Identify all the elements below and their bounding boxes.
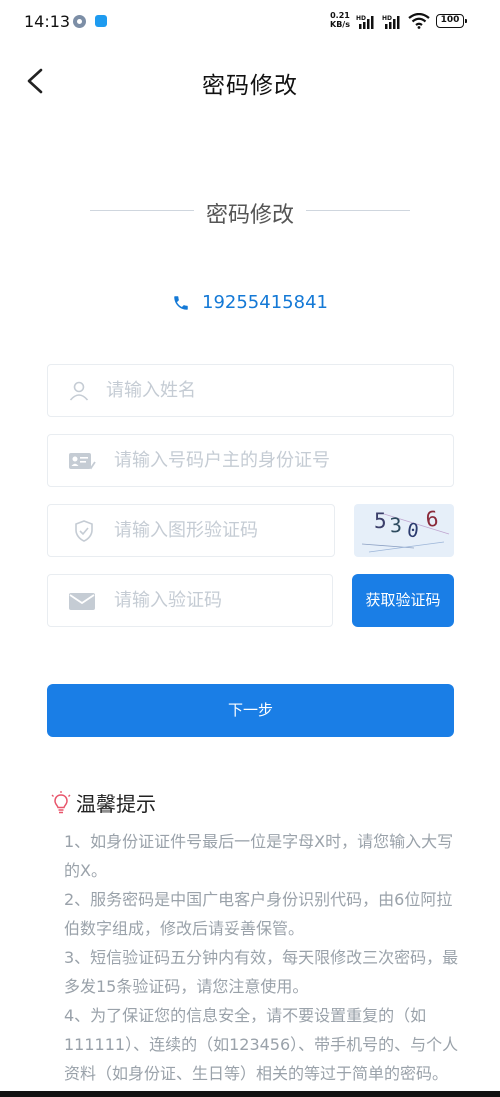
wifi-icon [408,13,430,29]
net-speed: 0.21 KB/s [330,11,350,29]
bottom-edge [0,1091,500,1097]
signal-hd-label: HD [356,15,366,22]
name-field[interactable] [47,364,454,417]
next-step-button[interactable]: 下一步 [47,684,454,737]
tips-section: 温馨提示 1、如身份证证件号最后一位是字母X时，请您输入大写的X。 2、服务密码… [50,788,460,1088]
captcha-field[interactable] [47,504,335,557]
tips-title: 温馨提示 [76,792,156,816]
tip-item: 2、服务密码是中国广电客户身份识别代码，由6位阿拉伯数字组成，修改后请妥善保管。 [64,890,453,938]
captcha-digit-1: 5 [374,509,387,533]
captcha-graphic: 5 3 0 6 [361,507,450,553]
net-speed-value: 0.21 [330,11,350,20]
net-speed-unit: KB/s [330,20,350,29]
user-icon [69,381,89,401]
sms-code-input[interactable] [114,575,324,626]
page-title: 密码修改 [202,73,298,99]
app-notification-icon-2 [95,15,107,27]
app-notification-icon [73,15,86,28]
tip-item: 1、如身份证证件号最后一位是字母X时，请您输入大写的X。 [64,832,454,880]
section-heading-text: 密码修改 [205,203,294,228]
lightbulb-icon [51,790,71,813]
get-code-button[interactable]: 获取验证码 [352,574,454,627]
name-input[interactable] [106,365,436,416]
shield-icon [75,519,93,542]
signal-hd-label-2: HD [382,15,392,22]
status-bar: 14:13 0.21 KB/s HD HD 100 [0,0,500,44]
status-time: 14:13 [24,12,71,31]
divider-right [306,210,410,211]
tip-item: 3、短信验证码五分钟内有效，每天限修改三次密码，最多发15条验证码，请您注意使用… [64,948,459,996]
phone-icon [174,295,188,310]
phone-row: 19255415841 [0,292,500,320]
phone-number: 19255415841 [202,292,328,313]
mail-icon [69,592,95,610]
tips-list: 1、如身份证证件号最后一位是字母X时，请您输入大写的X。 2、服务密码是中国广电… [50,827,460,1088]
tips-header: 温馨提示 [50,788,460,817]
id-number-field[interactable] [47,434,454,487]
battery-icon: 100 [436,14,467,28]
captcha-image[interactable]: 5 3 0 6 [354,504,454,557]
id-card-icon [69,452,96,469]
section-heading: 密码修改 [90,196,410,228]
tip-item: 4、为了保证您的信息安全，请不要设置重复的（如111111）、连续的（如1234… [64,1006,459,1083]
id-number-input[interactable] [114,435,444,486]
captcha-digit-4: 6 [424,507,439,532]
nav-bar: 密码修改 [0,54,500,106]
captcha-input[interactable] [114,505,324,556]
captcha-digit-2: 3 [389,513,403,538]
captcha-digit-3: 0 [406,519,420,542]
signal-icon: HD [356,15,374,29]
sms-code-field[interactable] [47,574,333,627]
signal-icon-2: HD [382,15,400,29]
